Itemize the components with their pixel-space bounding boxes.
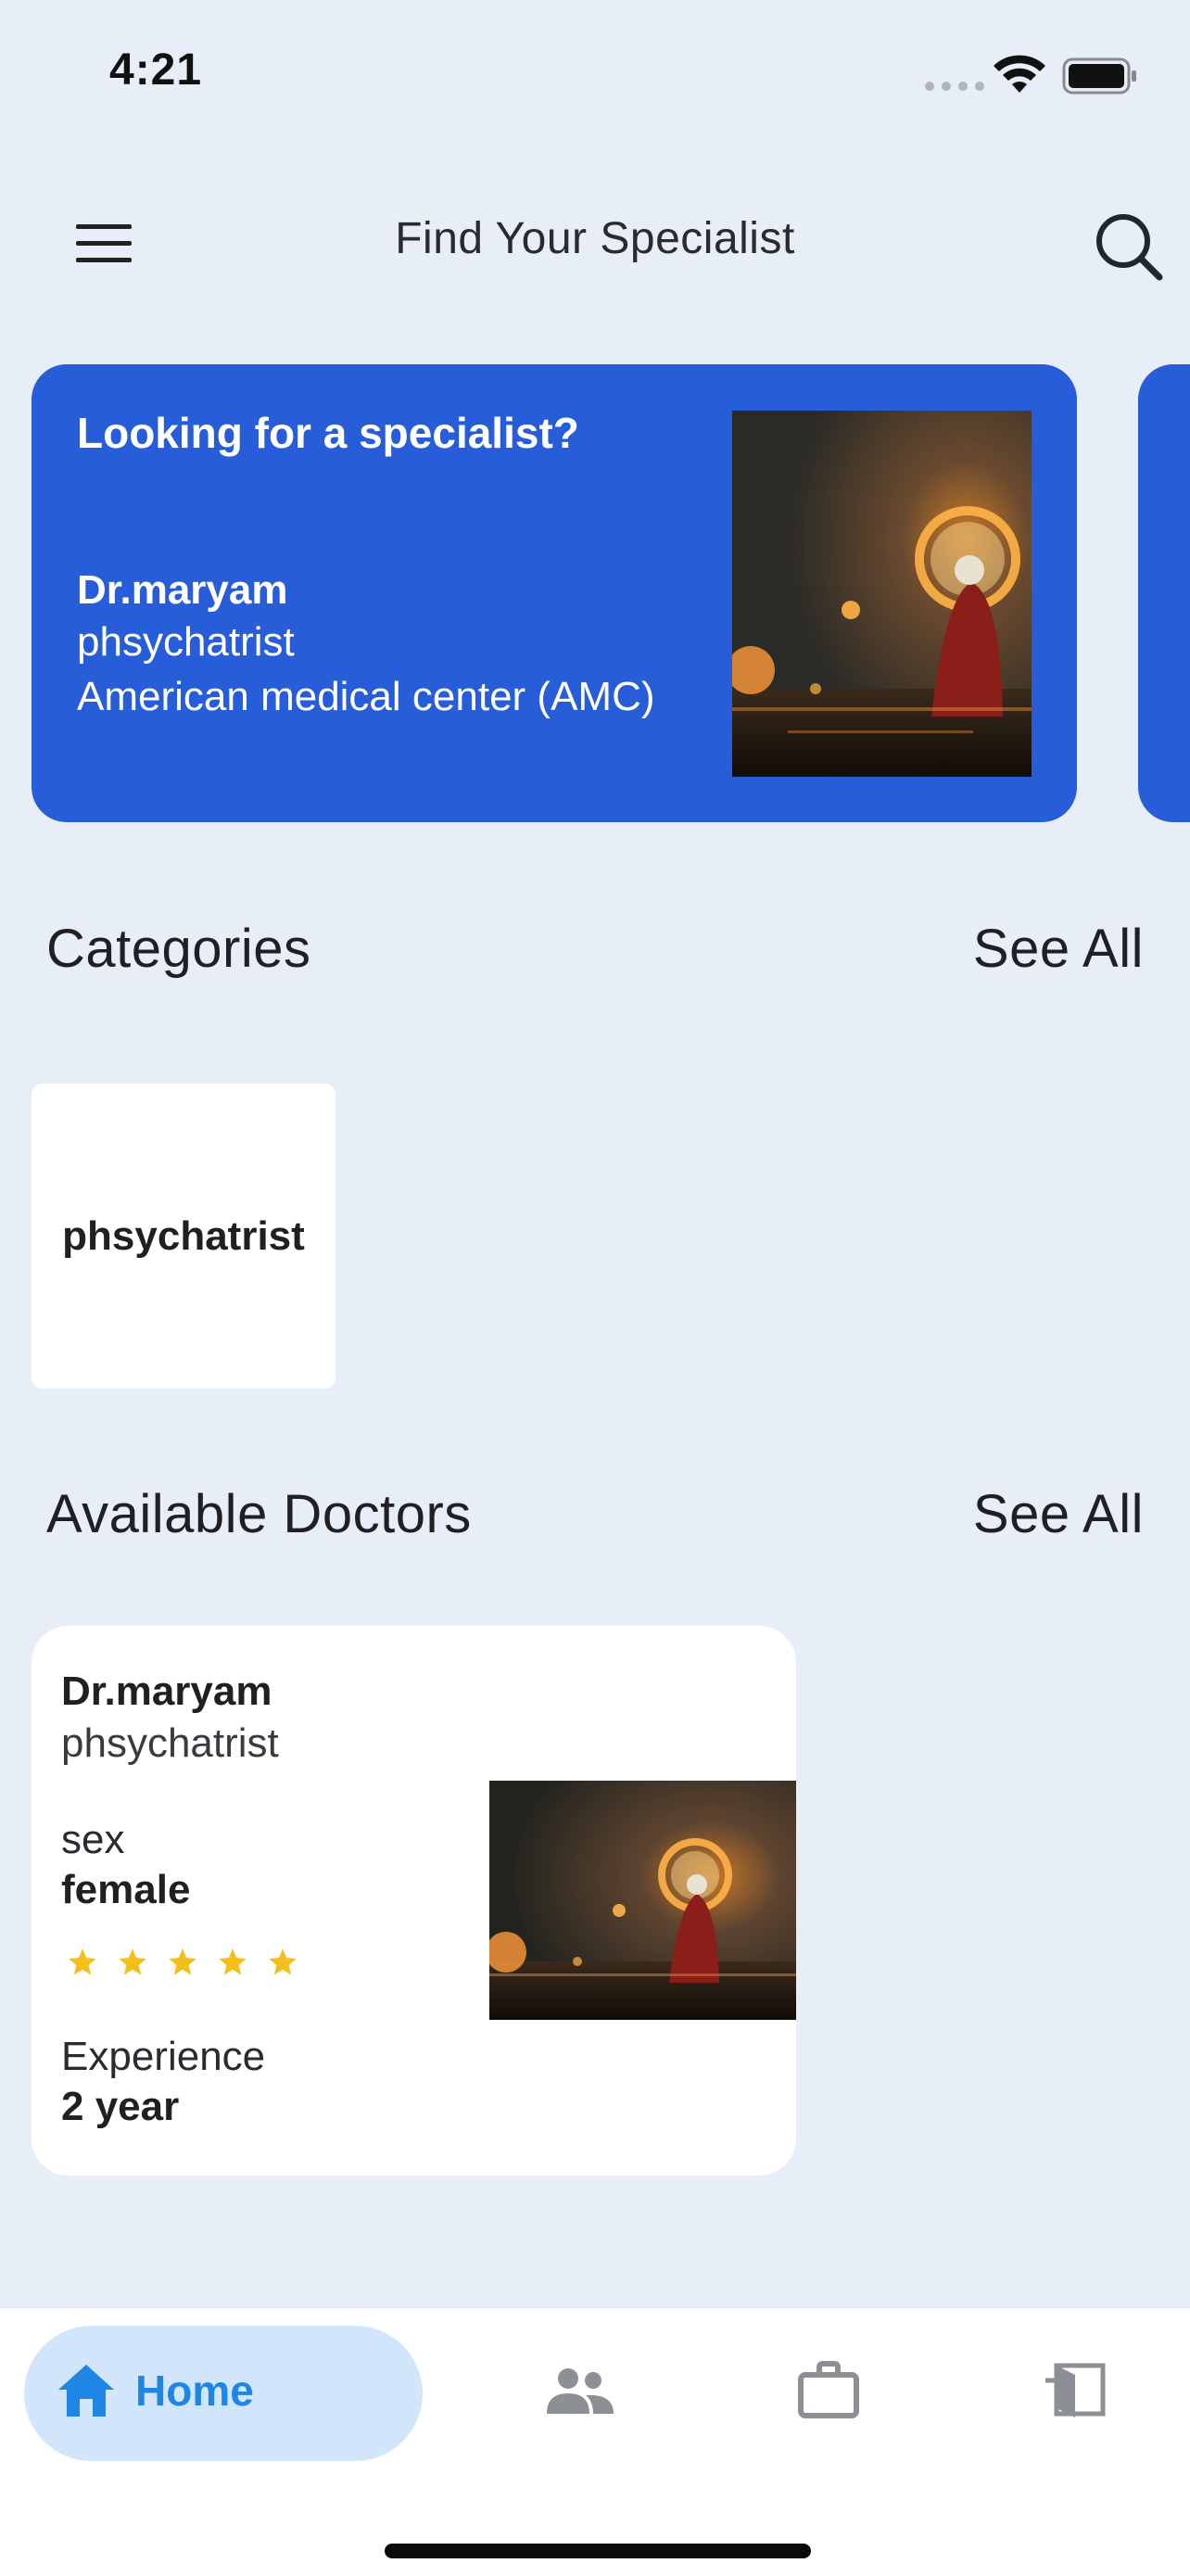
star-icon xyxy=(269,1948,297,1975)
people-icon[interactable] xyxy=(543,2366,617,2417)
next-promo-card[interactable] xyxy=(1138,364,1190,822)
doctor-photo xyxy=(489,1781,796,2020)
doctor-experience-label: Experience xyxy=(61,2034,266,2079)
available-doctors-heading: Available Doctors xyxy=(46,1484,472,1544)
category-card[interactable]: phsychatrist xyxy=(32,1084,335,1389)
briefcase-icon[interactable] xyxy=(797,2360,860,2419)
doctor-rating xyxy=(67,1947,298,1978)
star-icon xyxy=(219,1948,247,1975)
page-title: Find Your Specialist xyxy=(395,214,795,263)
promo-doctor-specialty: phsychatrist xyxy=(77,619,295,665)
category-label: phsychatrist xyxy=(62,1212,305,1259)
home-indicator xyxy=(385,2544,811,2558)
star-icon xyxy=(69,1948,96,1975)
doctor-sex: female xyxy=(61,1867,191,1912)
promo-medical-center: American medical center (AMC) xyxy=(77,674,655,719)
doctors-see-all-link[interactable]: See All xyxy=(973,1483,1144,1545)
doctor-sex-label: sex xyxy=(61,1817,125,1862)
status-time: 4:21 xyxy=(109,45,203,95)
categories-heading: Categories xyxy=(46,919,311,979)
cellular-signal-icon xyxy=(925,82,984,91)
nav-home-label[interactable]: Home xyxy=(135,2366,254,2416)
promo-doctor-name: Dr.maryam xyxy=(77,567,288,613)
search-icon[interactable] xyxy=(1094,211,1164,282)
promo-title: Looking for a specialist? xyxy=(77,409,579,457)
exit-icon[interactable] xyxy=(1044,2360,1108,2419)
doctor-specialty: phsychatrist xyxy=(61,1720,279,1766)
categories-see-all-link[interactable]: See All xyxy=(973,918,1144,980)
doctor-name: Dr.maryam xyxy=(61,1669,272,1714)
home-icon[interactable] xyxy=(56,2362,117,2419)
doctor-photo xyxy=(732,411,1032,777)
star-icon xyxy=(169,1948,196,1975)
doctor-experience: 2 year xyxy=(61,2084,180,2129)
battery-icon xyxy=(1062,57,1136,95)
wifi-icon xyxy=(994,55,1045,93)
star-icon xyxy=(119,1948,146,1975)
